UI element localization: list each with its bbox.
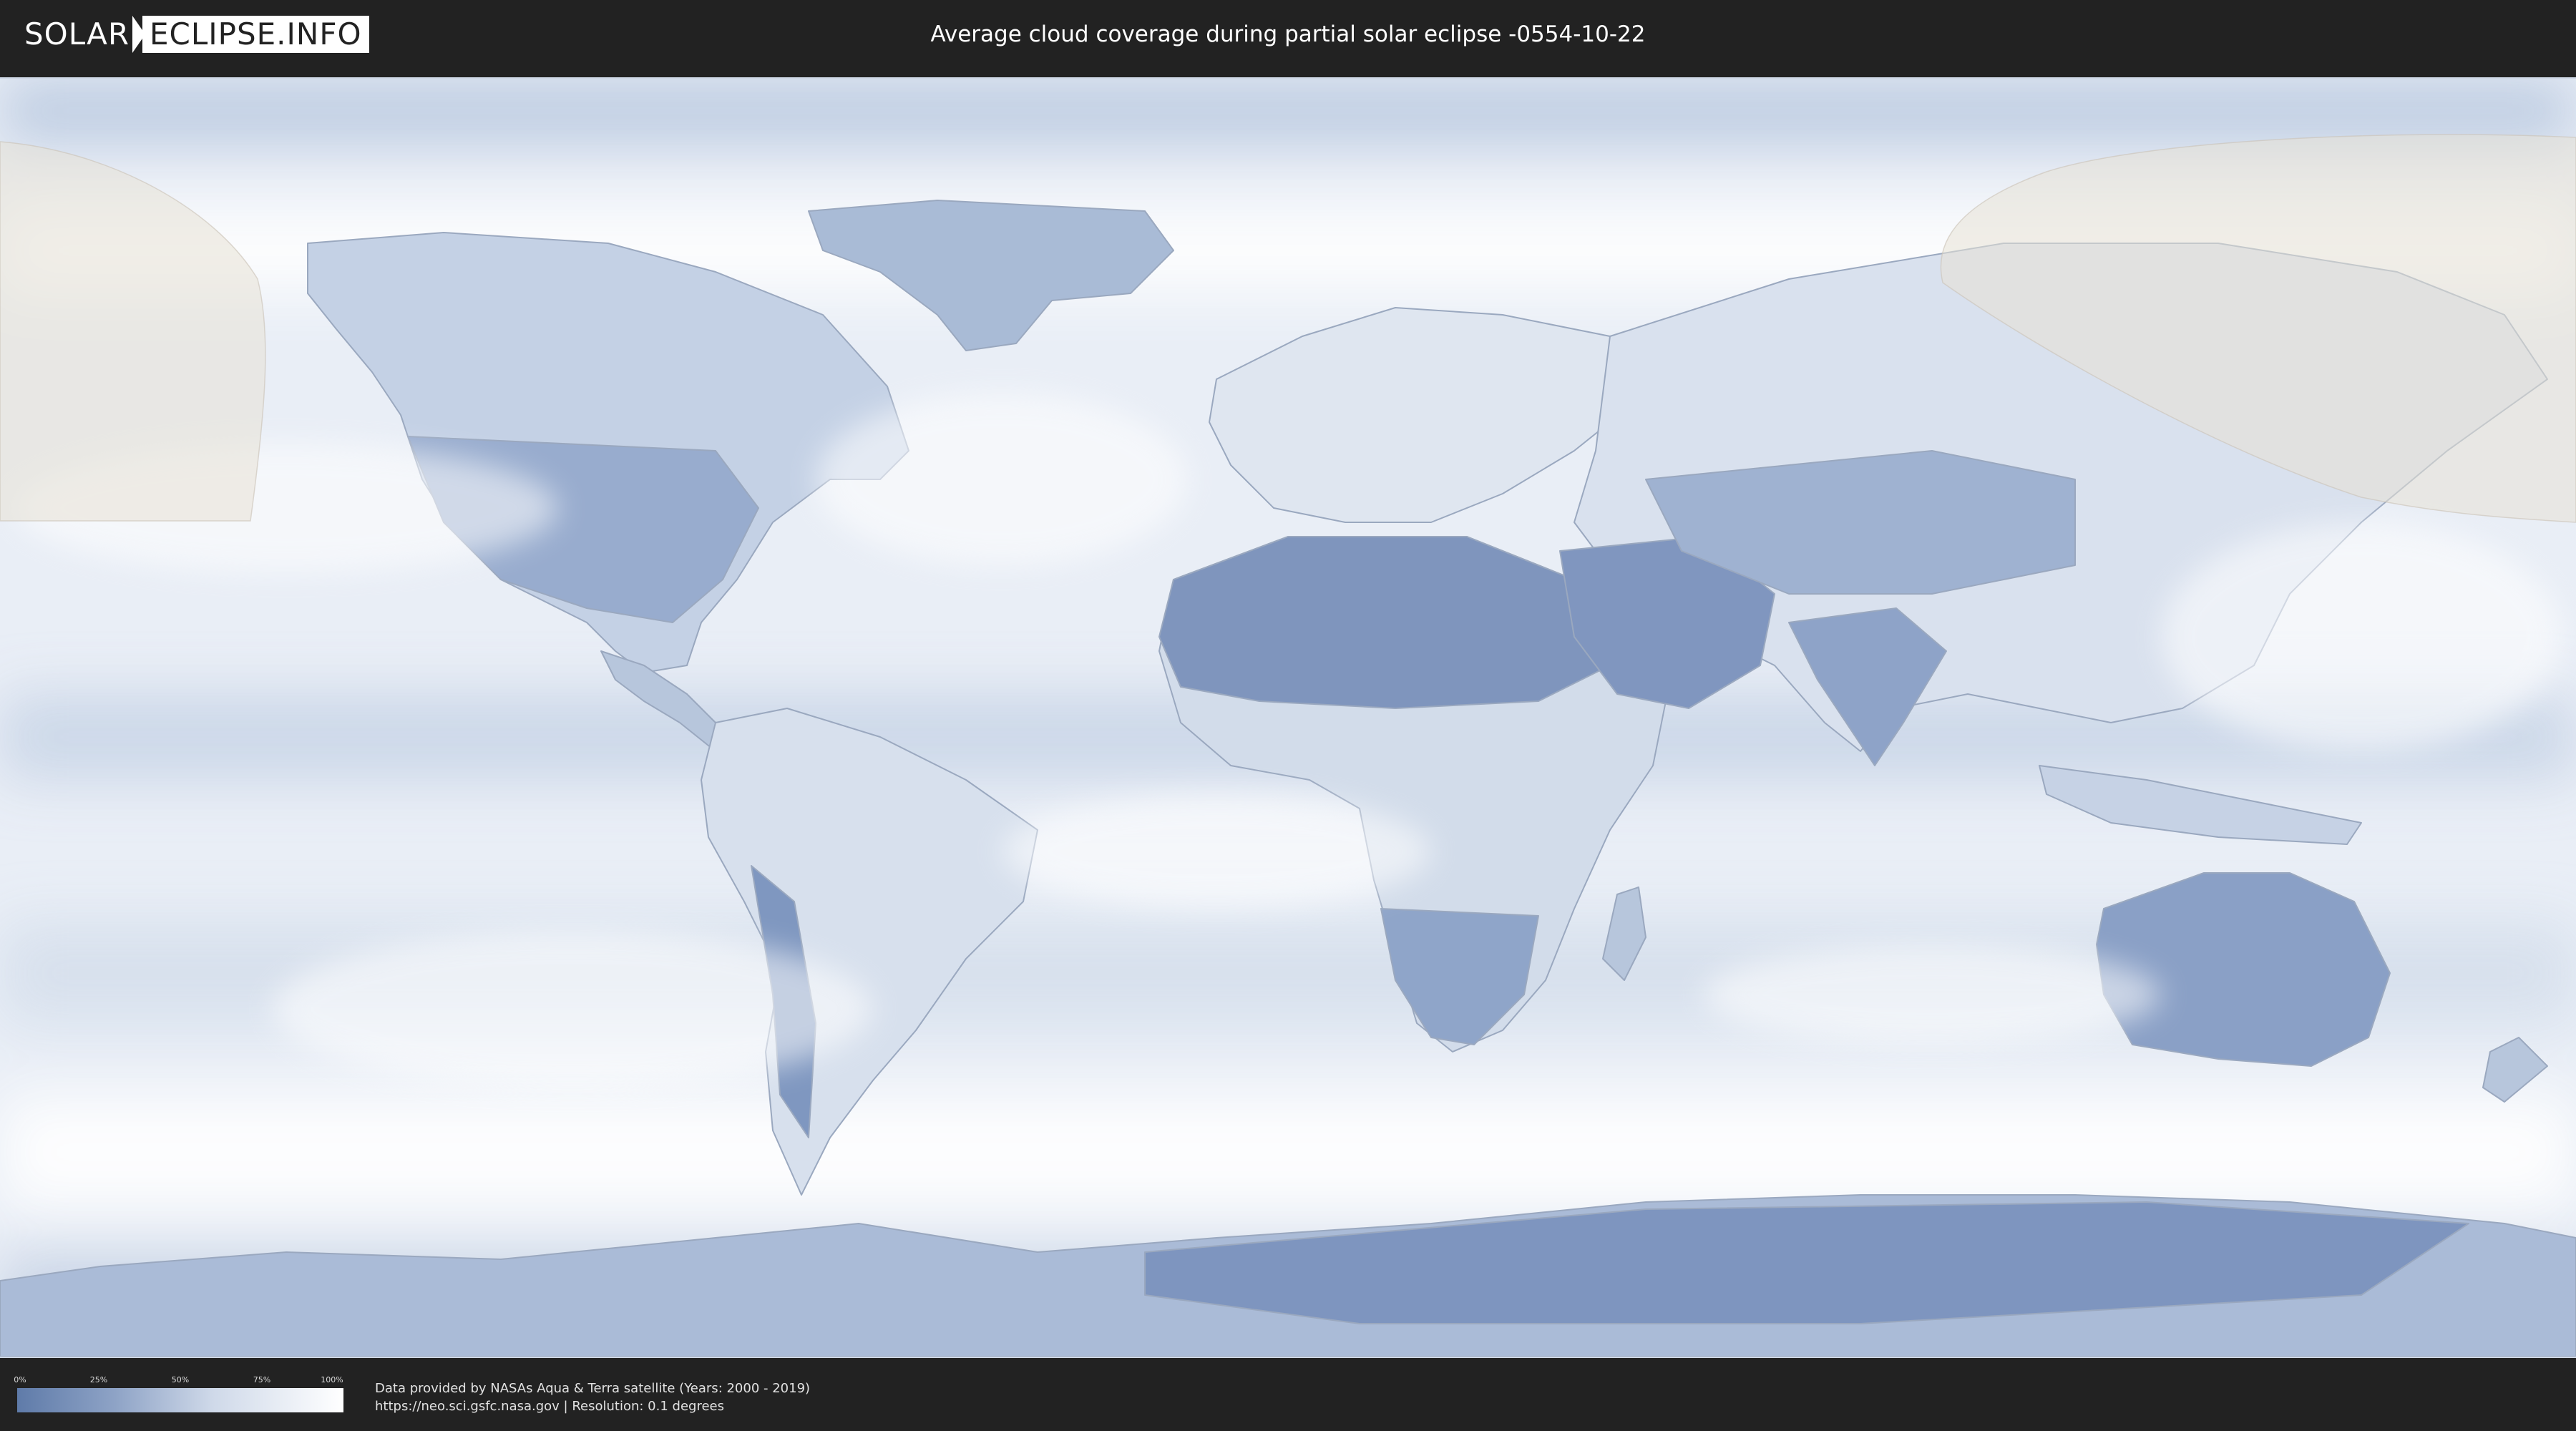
world-map[interactable] <box>0 77 2576 1358</box>
legend-ticks: 0% 25% 50% 75% 100% <box>14 1375 343 1388</box>
legend-tick: 100% <box>321 1375 343 1384</box>
legend-tick: 0% <box>14 1375 26 1384</box>
legend-tick: 50% <box>171 1375 190 1384</box>
legend-color-bar <box>17 1388 343 1412</box>
credits-line-url: https://neo.sci.gsfc.nasa.gov | Resoluti… <box>375 1399 724 1414</box>
footer-bar: 0% 25% 50% 75% 100% Data provided by NAS… <box>0 1358 2576 1431</box>
cloud-coverage-legend: 0% 25% 50% 75% 100% <box>14 1375 343 1412</box>
credits-line-source: Data provided by NASAs Aqua & Terra sate… <box>375 1381 811 1396</box>
top-bar: SOLAR ECLIPSE.INFO Average cloud coverag… <box>0 0 2576 72</box>
data-credits: Data provided by NASAs Aqua & Terra sate… <box>375 1379 810 1415</box>
page-title: Average cloud coverage during partial so… <box>930 21 1646 47</box>
landmass-australia <box>2096 872 2391 1067</box>
legend-tick: 25% <box>89 1375 108 1384</box>
legend-tick: 75% <box>253 1375 271 1384</box>
